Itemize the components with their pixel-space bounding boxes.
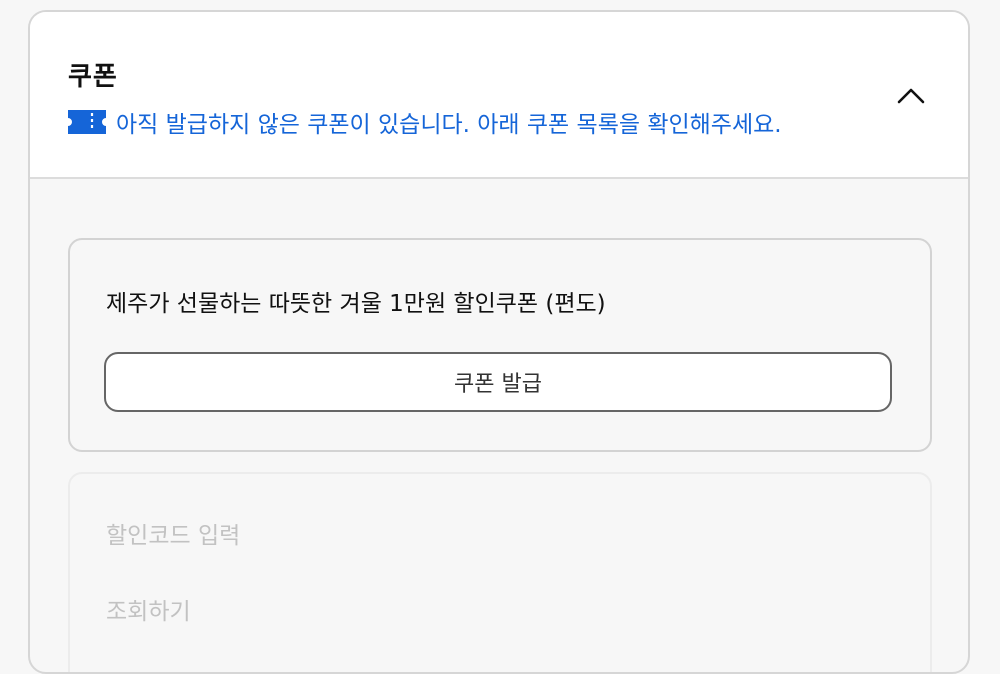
notice-text: 아직 발급하지 않은 쿠폰이 있습니다. 아래 쿠폰 목록을 확인해주세요. <box>116 112 782 138</box>
ticket-icon <box>68 110 106 134</box>
coupon-section-title: 쿠폰 <box>68 62 118 92</box>
lookup-button[interactable]: 조회하기 <box>106 592 191 626</box>
chevron-up-icon[interactable] <box>894 80 928 114</box>
coupon-panel-header[interactable]: 쿠폰 아직 발급하지 않은 쿠폰이 있습니다. 아래 쿠폰 목록을 확인해주세요… <box>30 12 968 179</box>
coupon-name: 제주가 선물하는 따뜻한 겨울 1만원 할인쿠폰 (편도) <box>106 291 606 317</box>
issue-coupon-button[interactable]: 쿠폰 발급 <box>104 352 892 412</box>
discount-code-input-label[interactable]: 할인코드 입력 <box>106 516 240 550</box>
coupon-panel: 쿠폰 아직 발급하지 않은 쿠폰이 있습니다. 아래 쿠폰 목록을 확인해주세요… <box>28 10 970 674</box>
discount-code-card: 할인코드 입력 조회하기 <box>68 472 932 672</box>
unissued-coupon-notice: 아직 발급하지 않은 쿠폰이 있습니다. 아래 쿠폰 목록을 확인해주세요. <box>68 105 782 139</box>
coupon-card: 제주가 선물하는 따뜻한 겨울 1만원 할인쿠폰 (편도) 쿠폰 발급 <box>68 238 932 452</box>
